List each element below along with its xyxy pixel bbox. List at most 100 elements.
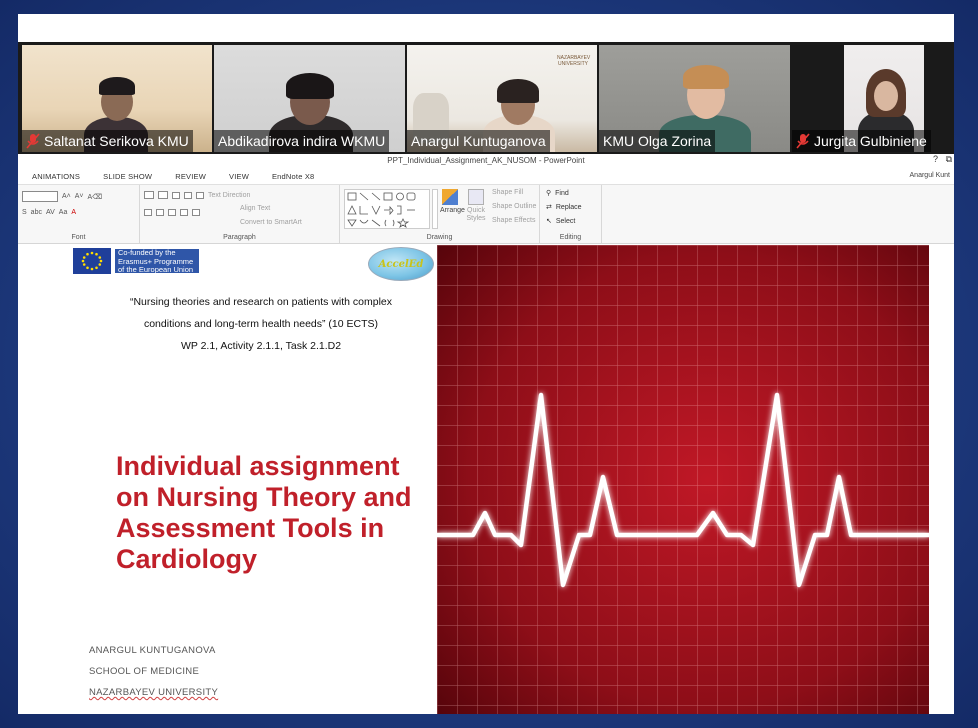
clear-format-icon[interactable]: A⌫ bbox=[88, 193, 103, 201]
shape-effects-row: Shape Effects bbox=[492, 217, 535, 224]
participant-name-bar: Jurgita Gulbiniene bbox=[792, 130, 931, 152]
participant-hair bbox=[99, 77, 135, 95]
line-spacing-icon[interactable] bbox=[196, 191, 204, 199]
shape-outline-button[interactable]: Shape Outline bbox=[492, 203, 536, 210]
find-button[interactable]: Find bbox=[555, 190, 569, 197]
participant-tile-anargul[interactable]: NAZARBAYEV UNIVERSITY Anargul Kuntuganov… bbox=[407, 45, 597, 152]
slide-left-panel: Co-funded by the Erasmus+ Programme of t… bbox=[71, 245, 437, 714]
shrink-font-icon[interactable]: A˅ bbox=[75, 193, 84, 200]
participant-name-bar: Anargul Kuntuganova bbox=[407, 130, 550, 152]
select-row: ↖ Select bbox=[546, 217, 575, 226]
tab-review[interactable]: REVIEW bbox=[161, 172, 215, 181]
tab-view[interactable]: VIEW bbox=[215, 172, 258, 181]
align-right-icon[interactable] bbox=[168, 209, 176, 216]
slide[interactable]: Co-funded by the Erasmus+ Programme of t… bbox=[71, 245, 929, 714]
shapes-gallery[interactable] bbox=[344, 189, 430, 229]
ecg-image bbox=[437, 245, 929, 714]
ribbon-tabs: ANIMATIONS SLIDE SHOW REVIEW VIEW EndNot… bbox=[18, 168, 954, 184]
bullets-icon[interactable] bbox=[144, 191, 154, 199]
top-bar bbox=[18, 14, 954, 42]
participant-name: Saltanat Serikova KMU bbox=[44, 133, 189, 149]
eu-stars-icon bbox=[81, 251, 103, 271]
select-icon: ↖ bbox=[546, 218, 552, 225]
author-name: ANARGUL KUNTUGANOVA bbox=[89, 645, 216, 656]
mic-muted-icon bbox=[796, 133, 810, 149]
ppt-titlebar: PPT_Individual_Assignment_AK_NUSOM - Pow… bbox=[18, 154, 954, 168]
ecg-grid bbox=[437, 245, 929, 714]
project-wp: WP 2.1, Activity 2.1.1, Task 2.1.D2 bbox=[180, 340, 342, 352]
shape-effects-button[interactable]: Shape Effects bbox=[492, 217, 535, 224]
shapes-scroll[interactable] bbox=[432, 189, 438, 229]
decrease-indent-icon[interactable] bbox=[172, 191, 180, 199]
justify-icon[interactable] bbox=[180, 209, 188, 216]
participant-hair bbox=[683, 65, 729, 89]
project-description: “Nursing theories and research on patien… bbox=[111, 291, 411, 357]
find-icon: ⚲ bbox=[546, 190, 552, 197]
author-block: ANARGUL KUNTUGANOVA SCHOOL OF MEDICINE N… bbox=[89, 640, 218, 703]
text-direction-button[interactable]: Text Direction bbox=[208, 192, 250, 199]
align-left-icon[interactable] bbox=[144, 209, 152, 216]
paragraph-group: Text Direction Align Text Convert to Sma… bbox=[140, 185, 340, 243]
increase-indent-icon[interactable] bbox=[184, 191, 192, 199]
ribbon: A˄ A˅ A⌫ S abc AV Aa A Font Text Directi… bbox=[18, 184, 954, 244]
tab-animations[interactable]: ANIMATIONS bbox=[18, 172, 89, 181]
participant-name-bar: KMU Olga Zorina bbox=[599, 130, 716, 152]
arrange-button[interactable]: Arrange bbox=[440, 189, 465, 214]
editing-group-label: Editing bbox=[559, 234, 582, 241]
slide-editor: Co-funded by the Erasmus+ Programme of t… bbox=[18, 245, 954, 714]
video-strip: Saltanat Serikova KMU Abdikadirova indir… bbox=[18, 42, 954, 167]
participant-name-bar: Abdikadirova indira WKMU bbox=[214, 130, 390, 152]
replace-row: ⇄ Replace bbox=[546, 203, 582, 212]
project-ects: (10 ECTS) bbox=[328, 318, 379, 330]
numbering-icon[interactable] bbox=[158, 191, 168, 199]
shape-fill-button[interactable]: Shape Fill bbox=[492, 189, 523, 196]
arrange-label: Arrange bbox=[440, 207, 465, 214]
powerpoint-window: PPT_Individual_Assignment_AK_NUSOM - Pow… bbox=[18, 154, 954, 714]
shape-outline-row: Shape Outline bbox=[492, 203, 536, 210]
quick-styles-button[interactable]: Quick Styles bbox=[464, 189, 488, 223]
shadow-icon[interactable]: S bbox=[22, 209, 27, 216]
columns-icon[interactable] bbox=[192, 209, 200, 216]
paragraph-row-2: Align Text bbox=[240, 205, 270, 212]
paragraph-row-1: Text Direction bbox=[144, 191, 250, 199]
find-row: ⚲ Find bbox=[546, 189, 569, 198]
participant-face bbox=[874, 81, 898, 111]
ppt-window-title: PPT_Individual_Assignment_AK_NUSOM - Pow… bbox=[387, 156, 585, 165]
participant-tile-saltanat[interactable]: Saltanat Serikova KMU bbox=[22, 45, 212, 152]
app-window: Saltanat Serikova KMU Abdikadirova indir… bbox=[18, 14, 954, 714]
restore-button[interactable]: ⧉ bbox=[946, 154, 952, 165]
participant-name-bar: Saltanat Serikova KMU bbox=[22, 130, 193, 152]
participant-tile-abdikadirova[interactable]: Abdikadirova indira WKMU bbox=[214, 45, 405, 152]
font-row-2: S abc AV Aa A bbox=[22, 209, 76, 216]
paragraph-row-4: Convert to SmartArt bbox=[240, 219, 302, 226]
replace-button[interactable]: Replace bbox=[556, 204, 582, 211]
font-group-label: Font bbox=[71, 234, 86, 241]
account-name[interactable]: Anargul Kunt bbox=[910, 172, 950, 179]
select-button[interactable]: Select bbox=[556, 218, 575, 225]
tab-endnote[interactable]: EndNote X8 bbox=[258, 172, 323, 181]
eu-funding-text: Co-funded by the Erasmus+ Programme of t… bbox=[115, 248, 199, 274]
change-case-icon[interactable]: Aa bbox=[59, 209, 68, 216]
project-line-2: conditions and long-term health needs” bbox=[143, 318, 326, 330]
font-color-icon[interactable]: A bbox=[71, 209, 76, 216]
participant-tile-jurgita[interactable]: Jurgita Gulbiniene bbox=[792, 45, 954, 152]
participant-tile-olga[interactable]: KMU Olga Zorina bbox=[599, 45, 790, 152]
char-spacing-icon[interactable]: AV bbox=[46, 209, 55, 216]
editing-group: ⚲ Find ⇄ Replace ↖ Select Editing bbox=[540, 185, 602, 243]
tab-slide-show[interactable]: SLIDE SHOW bbox=[89, 172, 161, 181]
author-university: NAZARBAYEV UNIVERSITY bbox=[89, 687, 219, 698]
strikethrough-icon[interactable]: abc bbox=[31, 209, 42, 216]
participant-name: Abdikadirova indira WKMU bbox=[218, 133, 386, 149]
participant-name: Anargul Kuntuganova bbox=[411, 133, 546, 149]
help-button[interactable]: ? bbox=[933, 154, 938, 164]
convert-smartart-button[interactable]: Convert to SmartArt bbox=[240, 219, 302, 226]
quick-styles-icon bbox=[468, 189, 484, 205]
align-center-icon[interactable] bbox=[156, 209, 164, 216]
grow-font-icon[interactable]: A˄ bbox=[62, 193, 71, 200]
align-text-button[interactable]: Align Text bbox=[240, 205, 270, 212]
font-size-dropdown[interactable] bbox=[22, 191, 58, 202]
paragraph-group-label: Paragraph bbox=[223, 234, 256, 241]
drawing-group: Arrange Quick Styles Shape Fill Shape Ou… bbox=[340, 185, 540, 243]
replace-icon: ⇄ bbox=[546, 204, 552, 211]
drawing-group-label: Drawing bbox=[426, 234, 453, 241]
